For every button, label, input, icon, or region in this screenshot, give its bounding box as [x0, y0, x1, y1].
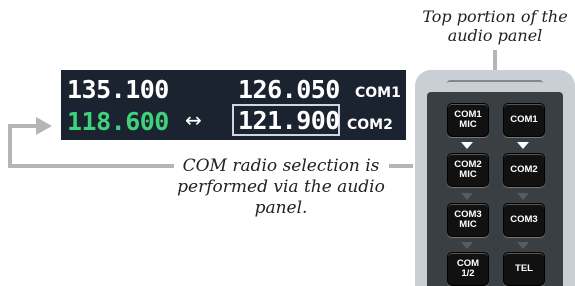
- com1-standby-frequency: 126.050: [238, 75, 340, 104]
- com2-arrow-icon: [36, 117, 52, 135]
- com3-button[interactable]: COM3: [503, 203, 545, 237]
- com12-led-icon: [461, 242, 473, 249]
- com2-button[interactable]: COM2: [503, 153, 545, 187]
- com2-standby-frequency: 121.900: [238, 106, 340, 135]
- com2-label: COM2: [347, 117, 393, 133]
- com1-label: COM1: [355, 85, 401, 101]
- com2-mic-button[interactable]: COM2 MIC: [447, 153, 489, 187]
- com1-button[interactable]: COM1: [503, 103, 545, 137]
- com3-mic-led-icon: [461, 193, 473, 200]
- com2-mic-led-icon: [461, 142, 473, 149]
- tel-led-icon: [517, 242, 529, 249]
- tel-button[interactable]: TEL: [503, 252, 545, 286]
- com2-led-icon: [517, 142, 529, 149]
- com3-mic-button[interactable]: COM3 MIC: [447, 203, 489, 237]
- selection-caption: COM radio selection is performed via the…: [177, 156, 385, 218]
- com3-led-icon: [517, 193, 529, 200]
- com12-button[interactable]: COM 1/2: [447, 252, 489, 286]
- frequency-transfer-icon: ↔: [185, 108, 202, 132]
- com2-active-frequency: 118.600: [67, 107, 169, 136]
- audio-panel: COM1 MIC COM1 COM2 MIC COM2 COM3 MIC COM…: [415, 70, 575, 286]
- com1-active-frequency: 135.100: [67, 75, 169, 104]
- panel-top-trim: [447, 80, 543, 90]
- com1-mic-button[interactable]: COM1 MIC: [447, 103, 489, 137]
